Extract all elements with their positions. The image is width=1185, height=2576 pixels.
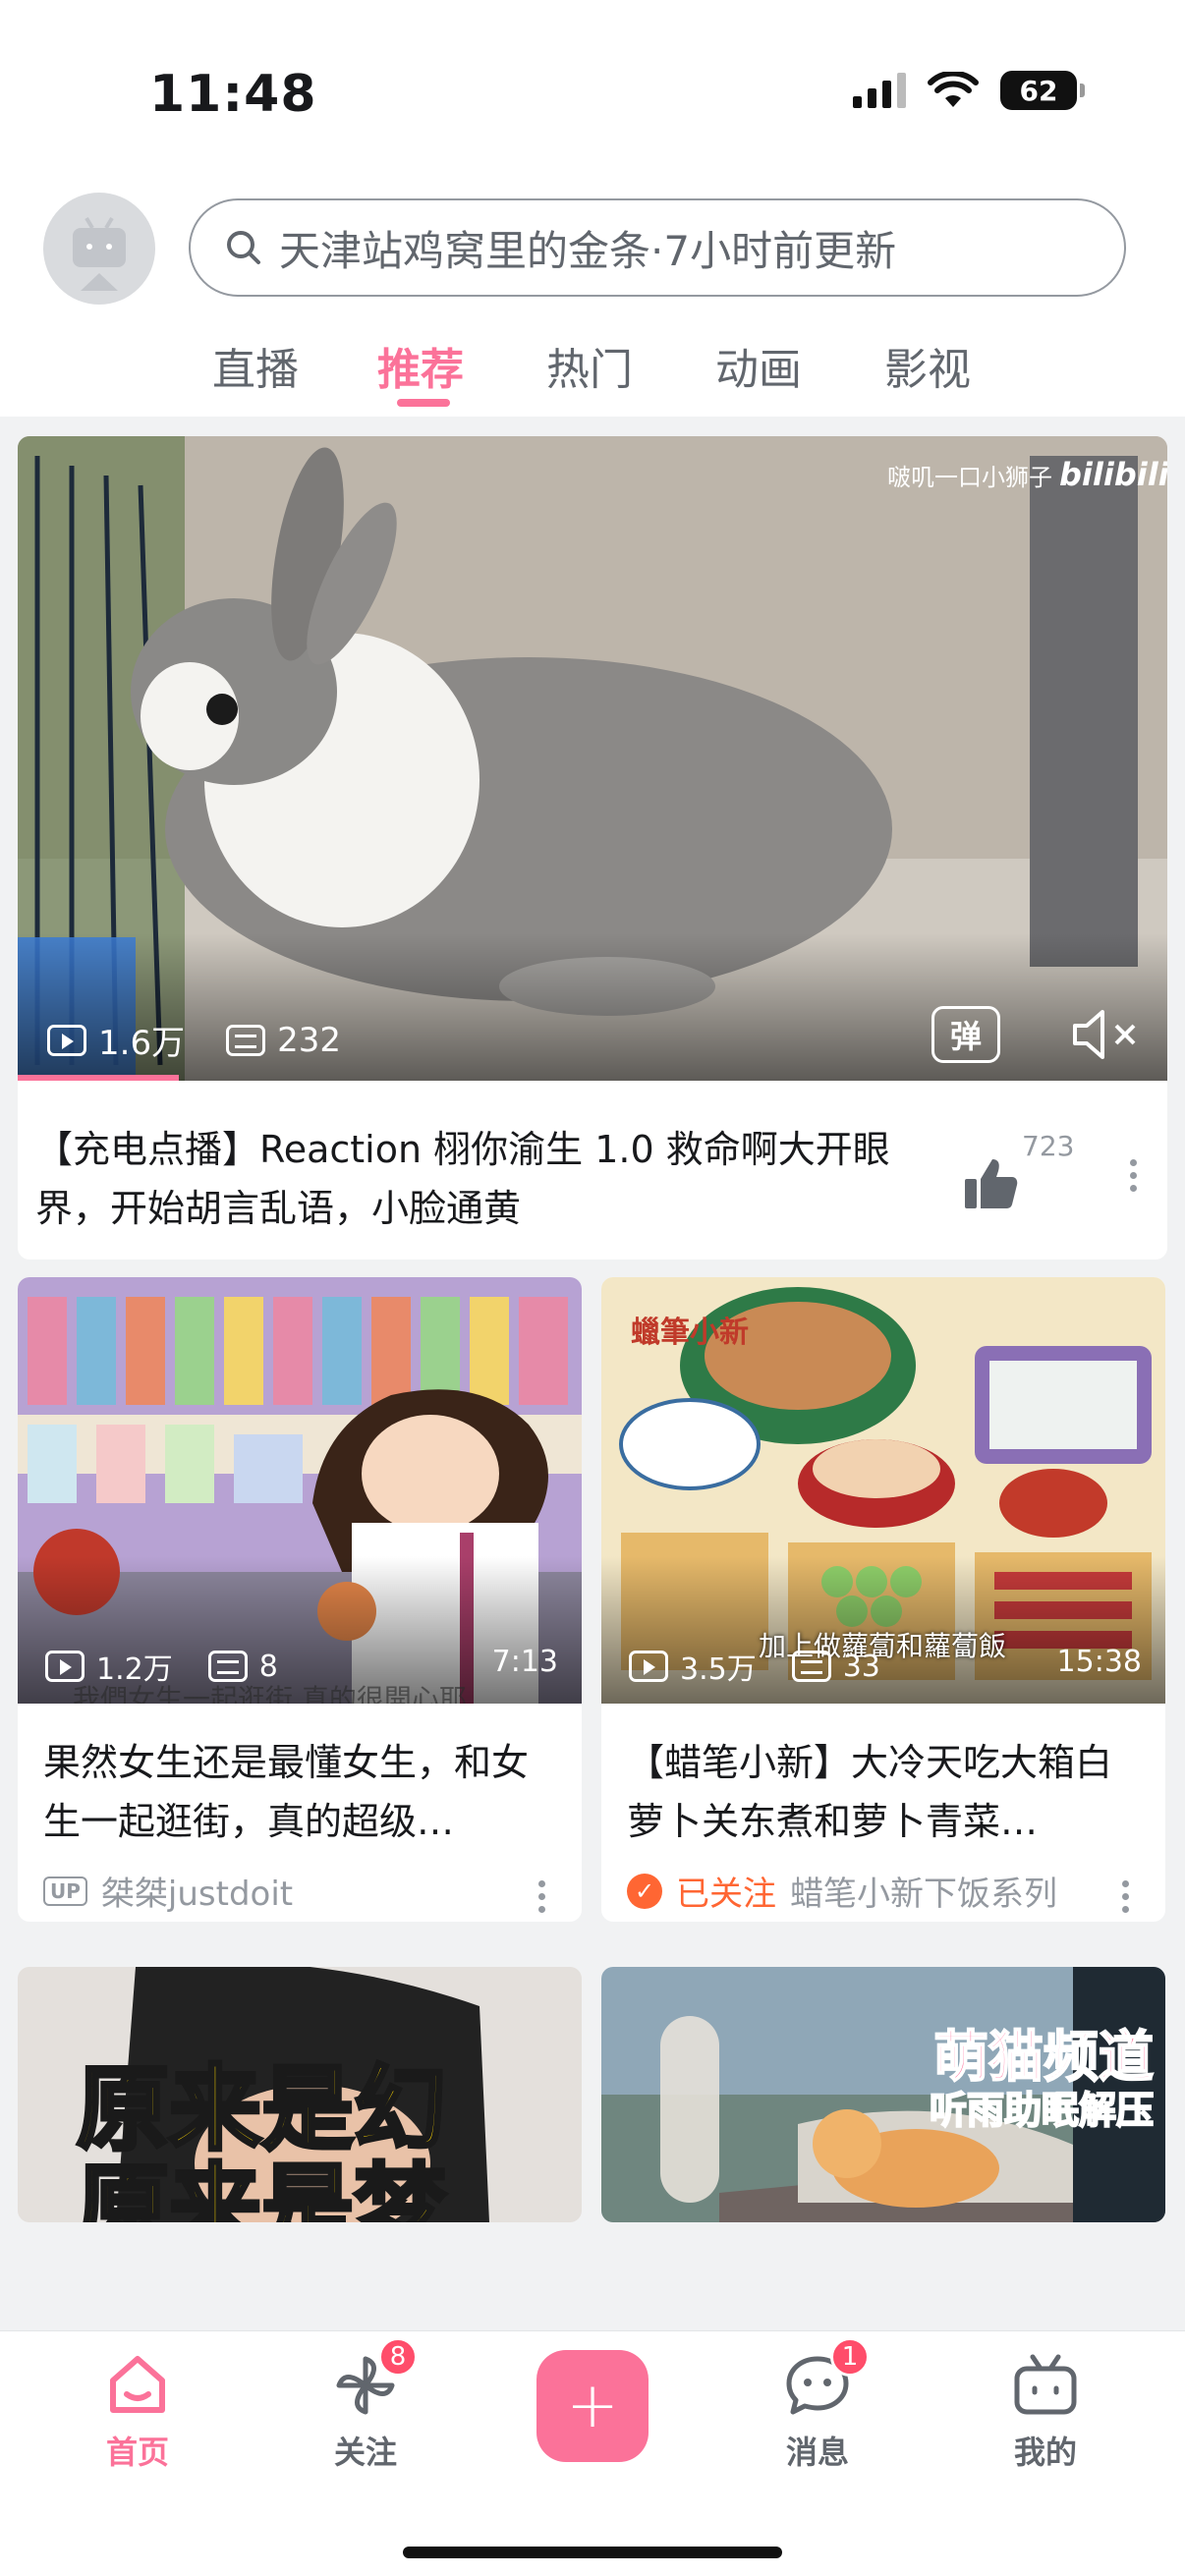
battery-icon: 62 bbox=[1000, 71, 1085, 110]
nav-label: 关注 bbox=[333, 2434, 397, 2471]
tab-recommend[interactable]: 推荐 bbox=[377, 334, 464, 397]
thumb-logo-text: 蠟筆小新 bbox=[631, 1316, 749, 1350]
danmaku-count-icon bbox=[226, 1024, 266, 1056]
create-post-button[interactable]: + bbox=[536, 2350, 649, 2462]
video-author[interactable]: UP 桀桀justdoit bbox=[43, 1867, 293, 1915]
tv-icon bbox=[1011, 2351, 1080, 2420]
video-card[interactable]: 蠟筆小新 加上做蘿蔔和蘿蔔飯 3.5万 33 15:38 【蜡笔小新】大冷天吃大… bbox=[601, 1277, 1165, 1922]
nav-label: 我的 bbox=[1013, 2434, 1077, 2471]
play-count-icon bbox=[47, 1024, 86, 1056]
card-views: 1.2万 bbox=[96, 1652, 173, 1687]
overlay-line-2: 听雨助眠解压 bbox=[929, 2088, 1155, 2133]
video-thumbnail[interactable]: 蠟筆小新 加上做蘿蔔和蘿蔔飯 3.5万 33 15:38 bbox=[601, 1277, 1165, 1704]
card-danmaku: 33 bbox=[842, 1649, 880, 1684]
status-time: 11:48 bbox=[149, 65, 317, 124]
nav-following[interactable]: 8 关注 bbox=[297, 2337, 434, 2473]
overlay-line-2: 原来是梦 bbox=[75, 2155, 448, 2223]
like-button[interactable]: 723 bbox=[961, 1130, 1089, 1218]
video-card[interactable]: 原来是幻 原来是梦 bbox=[18, 1967, 582, 2222]
nav-label: 首页 bbox=[105, 2434, 169, 2471]
featured-stats: 1.6万 232 bbox=[47, 1016, 341, 1064]
nav-messages[interactable]: 1 消息 bbox=[749, 2337, 886, 2473]
cellular-signal-icon bbox=[853, 73, 906, 108]
search-bar[interactable]: 天津站鸡窝里的金条·7小时前更新 bbox=[189, 198, 1126, 297]
card-stats: 1.2万 8 bbox=[45, 1645, 278, 1688]
mute-icon[interactable] bbox=[1069, 1008, 1144, 1061]
video-thumbnail[interactable]: 原来是幻 原来是梦 bbox=[18, 1967, 582, 2222]
card-more-icon[interactable] bbox=[1120, 1880, 1130, 1913]
search-placeholder: 天津站鸡窝里的金条·7小时前更新 bbox=[279, 226, 897, 275]
active-tab-indicator bbox=[397, 399, 450, 407]
search-icon bbox=[227, 231, 260, 264]
bilibili-logo-text: bilibili bbox=[1059, 456, 1167, 493]
thumb-overlay-text: 萌猫频道 听雨助眠解压 bbox=[929, 2026, 1155, 2134]
nav-home[interactable]: 首页 bbox=[69, 2351, 206, 2473]
thumb-overlay-text: 原来是幻 原来是梦 bbox=[75, 2056, 448, 2223]
following-badge: 8 bbox=[378, 2337, 418, 2377]
author-name: 桀桀justdoit bbox=[100, 1875, 294, 1914]
tv-avatar-icon bbox=[73, 216, 126, 291]
playback-progress bbox=[18, 1075, 179, 1081]
channel-tabs: 直播 推荐 热门 动画 影视 bbox=[0, 334, 1185, 403]
tab-hot[interactable]: 热门 bbox=[546, 334, 633, 397]
danmaku-count-icon bbox=[207, 1651, 248, 1682]
pinwheel-icon: 8 bbox=[331, 2337, 418, 2420]
featured-thumbnail[interactable]: 啵叽一口小狮子 bilibili 1.6万 232 弹 bbox=[18, 436, 1167, 1081]
tab-movies[interactable]: 影视 bbox=[884, 334, 971, 397]
screen: 11:48 62 天津站鸡窝里的金条·7小时前更新 直播 推荐 热门 动画 影视… bbox=[0, 0, 1185, 2576]
danmaku-count-icon bbox=[791, 1651, 831, 1682]
nav-profile[interactable]: 我的 bbox=[977, 2351, 1114, 2473]
status-icons: 62 bbox=[853, 71, 1085, 110]
card-stats: 3.5万 33 bbox=[629, 1645, 880, 1688]
play-count-icon bbox=[629, 1651, 668, 1682]
thumbs-up-icon bbox=[965, 1159, 1018, 1208]
play-count-icon bbox=[45, 1651, 85, 1682]
followed-check-icon: ✓ bbox=[627, 1873, 662, 1909]
featured-more-icon[interactable] bbox=[1128, 1159, 1138, 1192]
featured-video-card[interactable]: 啵叽一口小狮子 bilibili 1.6万 232 弹 【充电点播】Reacti… bbox=[18, 436, 1167, 1260]
video-author[interactable]: ✓ 已关注 蜡笔小新下饭系列 bbox=[627, 1867, 1057, 1915]
overlay-line-1: 萌猫频道 bbox=[932, 2026, 1155, 2090]
card-danmaku: 8 bbox=[258, 1649, 278, 1684]
featured-title[interactable]: 【充电点播】Reaction 栩你渝生 1.0 救命啊大开眼界，开始胡言乱语，小… bbox=[35, 1120, 920, 1238]
nav-label: 消息 bbox=[785, 2434, 849, 2471]
like-count: 723 bbox=[1022, 1130, 1075, 1162]
featured-views: 1.6万 bbox=[98, 1024, 186, 1063]
video-card[interactable]: 萌猫频道 听雨助眠解压 bbox=[601, 1967, 1165, 2222]
card-views: 3.5万 bbox=[680, 1652, 757, 1687]
author-name: 蜡笔小新下饭系列 bbox=[790, 1875, 1057, 1914]
video-title[interactable]: 果然女生还是最懂女生，和女生一起逛街，真的超级… bbox=[43, 1733, 560, 1851]
video-duration: 7:13 bbox=[491, 1645, 558, 1679]
overlay-line-1: 原来是幻 bbox=[75, 2056, 448, 2163]
message-icon: 1 bbox=[783, 2337, 870, 2420]
header: 11:48 62 天津站鸡窝里的金条·7小时前更新 直播 推荐 热门 动画 影视 bbox=[0, 0, 1185, 417]
followed-label: 已关注 bbox=[676, 1875, 776, 1914]
home-icon bbox=[103, 2351, 172, 2420]
danmaku-toggle-label: 弹 bbox=[949, 1018, 982, 1055]
danmaku-toggle-button[interactable]: 弹 bbox=[931, 1006, 1000, 1063]
tab-live[interactable]: 直播 bbox=[212, 334, 299, 397]
avatar[interactable] bbox=[43, 193, 155, 305]
video-title[interactable]: 【蜡笔小新】大冷天吃大箱白萝卜关东煮和萝卜青菜… bbox=[627, 1733, 1144, 1851]
video-thumbnail[interactable]: 我們女生一起逛街 真的很開心耶 1.2万 8 7:13 bbox=[18, 1277, 582, 1704]
video-thumbnail[interactable]: 萌猫频道 听雨助眠解压 bbox=[601, 1967, 1165, 2222]
wifi-icon bbox=[928, 72, 979, 107]
card-more-icon[interactable] bbox=[536, 1880, 546, 1913]
tab-anime[interactable]: 动画 bbox=[715, 334, 802, 397]
up-badge: UP bbox=[43, 1876, 87, 1906]
video-duration: 15:38 bbox=[1056, 1645, 1142, 1679]
video-card[interactable]: 我們女生一起逛街 真的很開心耶 1.2万 8 7:13 果然女生还是最懂女生，和… bbox=[18, 1277, 582, 1922]
home-indicator[interactable] bbox=[403, 2547, 782, 2558]
messages-badge: 1 bbox=[830, 2337, 870, 2377]
featured-danmaku: 232 bbox=[277, 1020, 341, 1060]
watermark-text: 啵叽一口小狮子 bbox=[887, 464, 1052, 491]
